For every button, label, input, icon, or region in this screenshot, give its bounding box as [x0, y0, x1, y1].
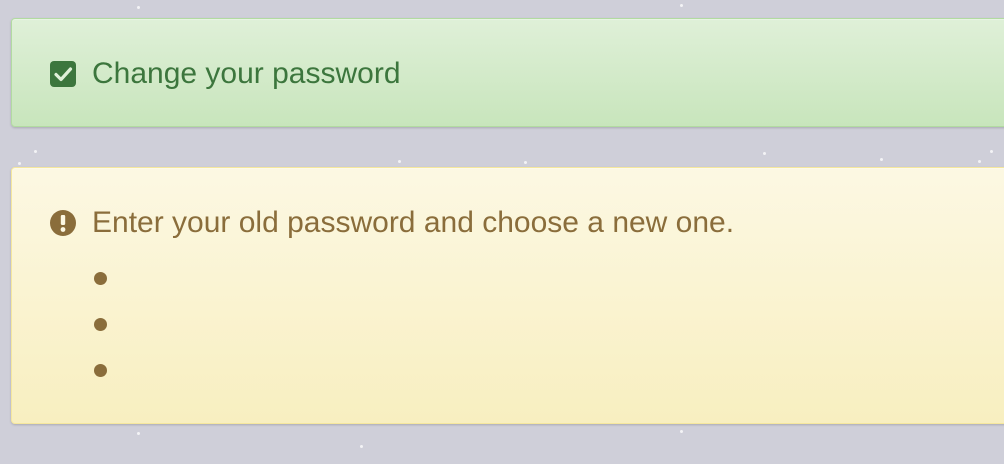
warning-alert-list — [94, 260, 144, 398]
exclamation-circle-icon — [50, 210, 76, 236]
warning-alert: Enter your old password and choose a new… — [11, 167, 1004, 424]
warning-alert-message: Enter your old password and choose a new… — [92, 206, 735, 239]
success-alert: Change your password — [11, 18, 1004, 127]
warning-alert-heading: Enter your old password and choose a new… — [50, 206, 734, 240]
success-alert-heading: Change your password — [50, 57, 401, 91]
list-item — [94, 260, 144, 306]
list-item — [94, 306, 144, 352]
list-item — [94, 352, 144, 398]
check-square-icon — [50, 61, 76, 87]
success-alert-title: Change your password — [92, 57, 401, 90]
